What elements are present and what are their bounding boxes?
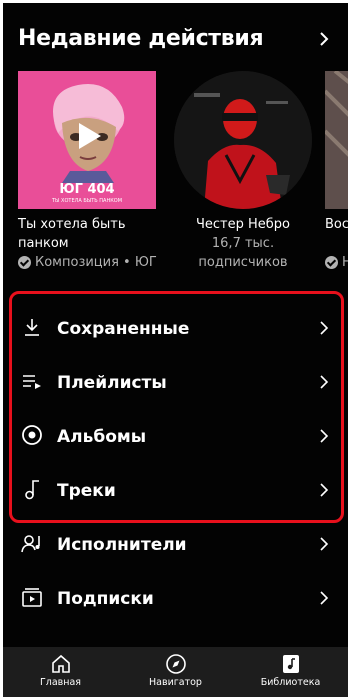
- recent-activity-header[interactable]: Недавние действия: [18, 23, 333, 59]
- artist-avatar[interactable]: [174, 71, 312, 209]
- list-item-label: Подписки: [57, 589, 154, 609]
- recent-card-artist[interactable]: Честер Небро 16,7 тыс. подписчиков: [172, 71, 314, 272]
- card-meta: Н: [342, 255, 348, 270]
- cover-art[interactable]: [325, 71, 348, 209]
- highlight-frame: [9, 291, 344, 523]
- card-title: Ты хотела быть: [18, 217, 126, 232]
- verified-icon: [325, 256, 338, 269]
- section-title: Недавние действия: [18, 26, 264, 51]
- card-meta: Композиция • ЮГ: [35, 255, 157, 270]
- recent-carousel[interactable]: ЮГ 404 ТЫ ХОТЕЛА БЫТЬ ПАНКОМ Ты хотела б…: [3, 71, 348, 281]
- home-icon: [51, 654, 70, 673]
- library-item-subscriptions[interactable]: Подписки: [3, 572, 348, 626]
- card-title-line2: панком: [18, 236, 69, 251]
- cover-art[interactable]: ЮГ 404 ТЫ ХОТЕЛА БЫТЬ ПАНКОМ: [18, 71, 156, 209]
- library-icon: [282, 655, 299, 673]
- card-title: Честер Небро: [195, 217, 290, 232]
- chevron-right-icon: [320, 591, 329, 605]
- cover-art-subtitle: ТЫ ХОТЕЛА БЫТЬ ПАНКОМ: [51, 198, 123, 204]
- chevron-right-icon: [320, 537, 329, 551]
- nav-explore[interactable]: Навигатор: [118, 647, 233, 697]
- nav-library[interactable]: Библиотека: [233, 647, 348, 697]
- list-item-label: Исполнители: [57, 535, 187, 555]
- library-item-artists[interactable]: Исполнители: [3, 518, 348, 572]
- play-icon[interactable]: [71, 119, 105, 153]
- compass-icon: [165, 654, 186, 674]
- verified-icon: [18, 256, 31, 269]
- recent-card-track[interactable]: ЮГ 404 ТЫ ХОТЕЛА БЫТЬ ПАНКОМ Ты хотела б…: [18, 71, 160, 272]
- cover-art-title: ЮГ 404: [59, 182, 115, 197]
- artist-icon: [21, 535, 40, 553]
- recent-card-partial[interactable]: Вос Н: [325, 71, 348, 272]
- cover-illustration: [325, 71, 348, 209]
- artist-photo: [174, 71, 312, 209]
- chevron-right-icon[interactable]: [315, 29, 333, 49]
- bottom-navigation: Главная Навигатор Библиотека: [3, 647, 348, 697]
- subscribers-label: подписчиков: [198, 255, 288, 270]
- subscriptions-icon: [22, 588, 42, 607]
- nav-label: Главная: [39, 677, 82, 688]
- app-screen: Недавние действия ЮГ 404 ТЫ ХОТЕЛА БЫТЬ …: [3, 3, 348, 697]
- card-title: Вос: [325, 217, 348, 232]
- subscribers-count: 16,7 тыс.: [211, 236, 275, 251]
- nav-label: Навигатор: [149, 677, 202, 688]
- nav-home[interactable]: Главная: [3, 647, 118, 697]
- nav-label: Библиотека: [260, 677, 321, 688]
